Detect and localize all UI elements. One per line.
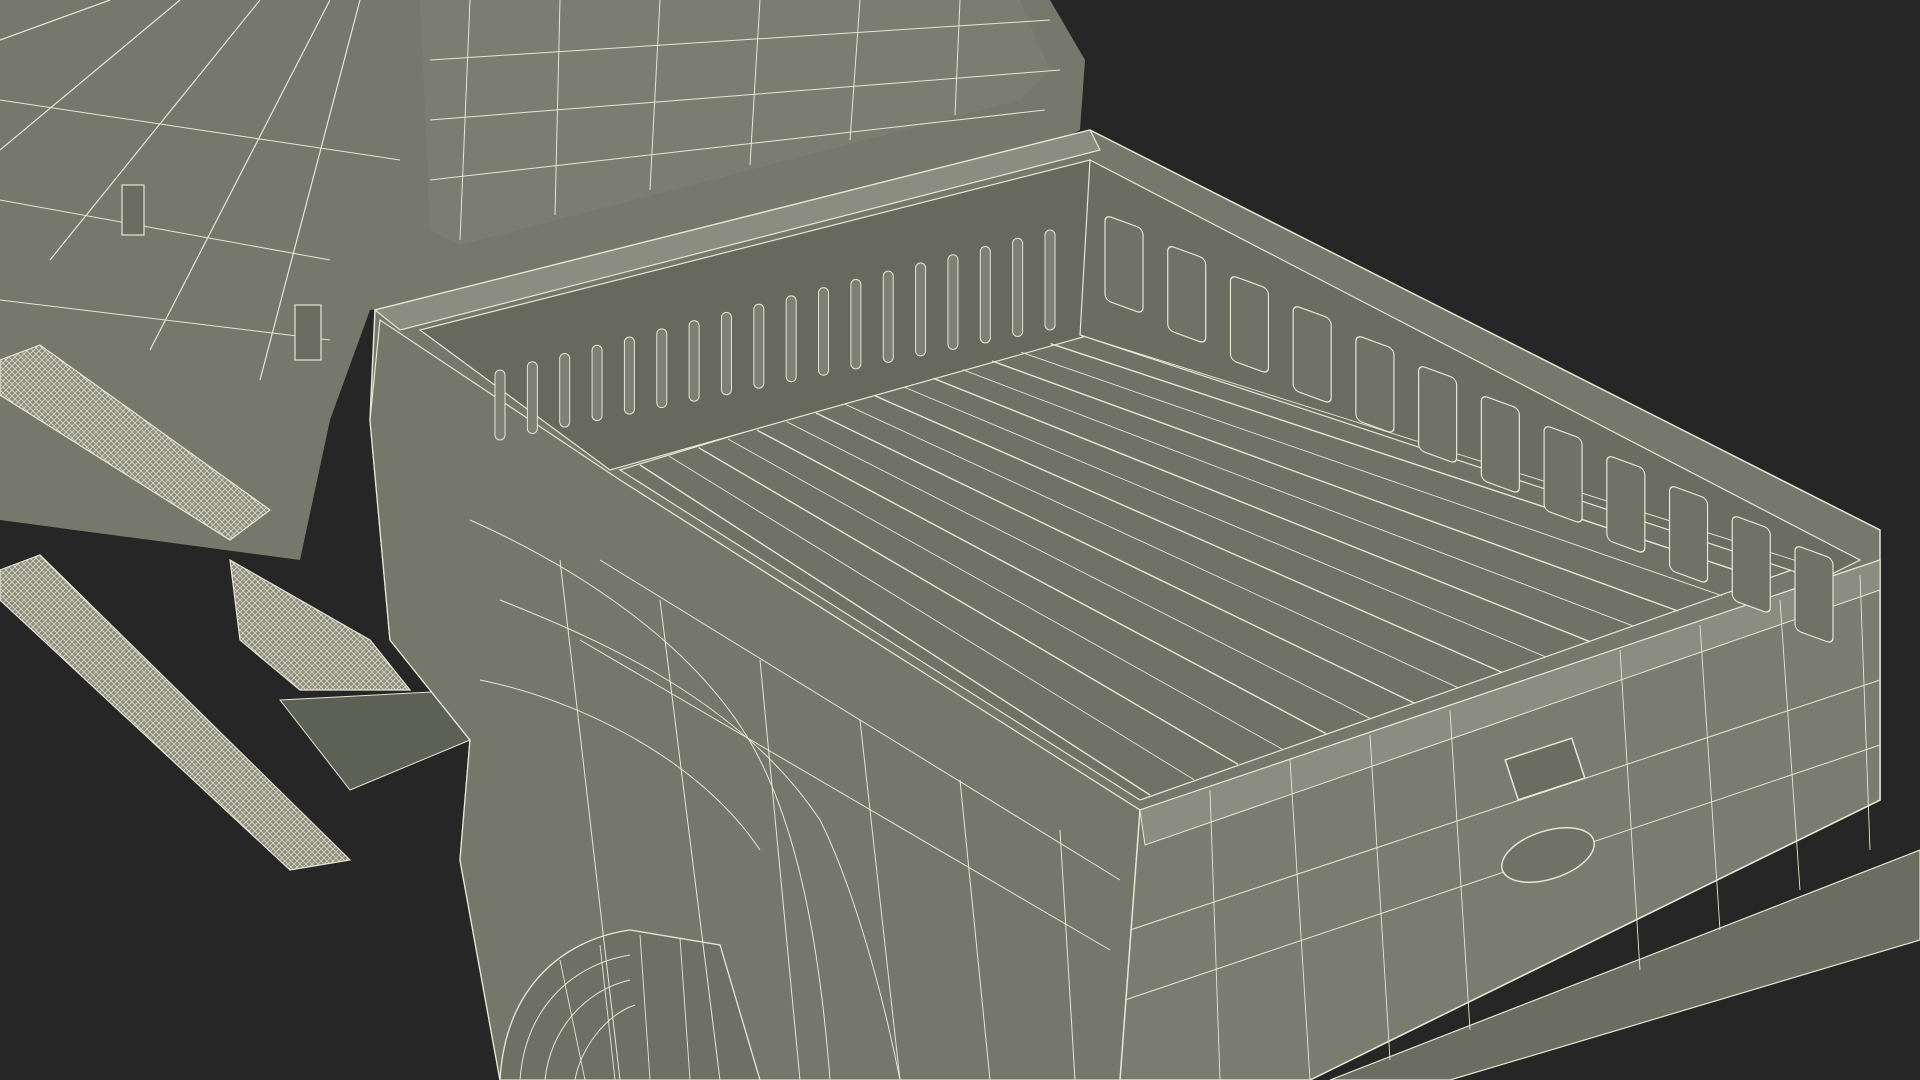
front-wall-rib [656, 328, 668, 409]
truck-wireframe-render [0, 0, 1920, 1080]
front-wall-rib [785, 295, 797, 383]
front-wall-rib [915, 262, 927, 357]
front-wall-rib [850, 278, 862, 370]
side-wall-pocket [1167, 246, 1207, 343]
side-wall-pocket [1229, 276, 1270, 373]
front-wall-rib [623, 336, 635, 415]
side-wall-pocket [1668, 486, 1709, 583]
front-wall-rib [818, 287, 830, 376]
side-wall-pocket [1292, 306, 1332, 403]
side-wall-pocket [1355, 336, 1395, 433]
front-wall-rib [720, 311, 732, 396]
side-wall-pocket [1794, 546, 1834, 643]
front-wall-rib [1012, 237, 1024, 337]
front-wall-rib [979, 245, 991, 344]
front-wall-rib [753, 303, 765, 389]
front-wall-rib [882, 270, 894, 363]
side-wall-pocket [1418, 366, 1458, 463]
3d-viewport[interactable] [0, 0, 1920, 1080]
front-wall-rib [559, 353, 571, 428]
side-wall-pocket [1104, 216, 1144, 313]
side-wall-pocket [1731, 516, 1771, 613]
front-wall-rib [526, 361, 538, 435]
front-wall-rib [688, 320, 700, 402]
side-wall-pocket [1543, 426, 1583, 523]
side-wall-pocket [1480, 396, 1520, 493]
side-wall-pocket [1606, 456, 1646, 553]
front-wall-rib [494, 369, 506, 441]
front-wall-rib [947, 254, 959, 350]
front-wall-rib [591, 344, 603, 422]
front-wall-rib [1044, 229, 1056, 331]
